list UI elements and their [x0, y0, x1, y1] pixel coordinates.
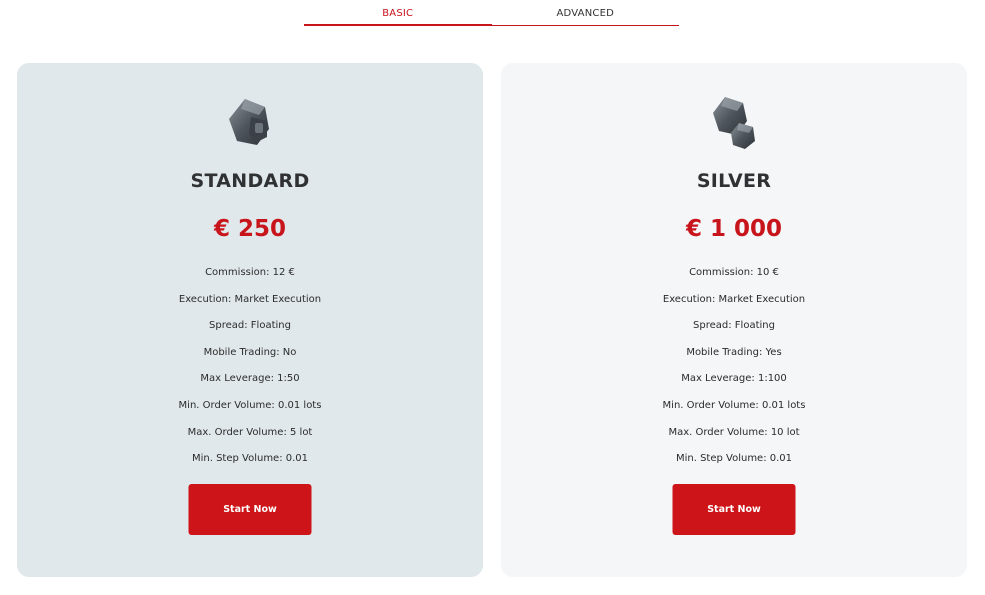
feature-item: Min. Order Volume: 0.01 lots [662, 399, 806, 411]
feature-item: Max. Order Volume: 5 lot [187, 426, 313, 438]
feature-list: Commission: 12 € Execution: Market Execu… [17, 265, 483, 478]
feature-item: Max. Order Volume: 10 lot [668, 426, 800, 438]
feature-item: Execution: Market Execution [662, 293, 806, 305]
plan-title: SILVER [696, 170, 772, 192]
gem-hexagon-pair-icon [713, 97, 755, 149]
feature-item: Execution: Market Execution [178, 293, 322, 305]
feature-item: Min. Step Volume: 0.01 [191, 453, 309, 465]
start-now-button[interactable]: Start Now [672, 484, 796, 535]
plan-card-standard: STANDARD € 250 Commission: 12 € Executio… [17, 63, 483, 577]
feature-item: Commission: 10 € [689, 267, 779, 278]
plan-price: € 250 [213, 216, 287, 242]
feature-list: Commission: 10 € Execution: Market Execu… [501, 265, 967, 478]
plan-title: STANDARD [190, 170, 310, 192]
feature-item: Max Leverage: 1:50 [200, 373, 300, 385]
start-now-button[interactable]: Start Now [188, 484, 312, 535]
tab-basic[interactable]: BASIC [304, 0, 492, 26]
plan-card-silver: SILVER € 1 000 Commission: 10 € Executio… [501, 63, 967, 577]
feature-item: Mobile Trading: No [203, 346, 297, 358]
feature-item: Max Leverage: 1:100 [681, 373, 787, 385]
feature-item: Spread: Floating [209, 320, 291, 332]
gem-hexagon-icon [229, 99, 269, 145]
feature-item: Commission: 12 € [205, 267, 295, 278]
feature-item: Min. Step Volume: 0.01 [675, 453, 793, 465]
feature-item: Mobile Trading: Yes [686, 346, 782, 358]
feature-item: Min. Order Volume: 0.01 lots [178, 399, 322, 411]
plan-price: € 1 000 [685, 216, 783, 242]
feature-item: Spread: Floating [693, 320, 775, 332]
tab-advanced[interactable]: ADVANCED [491, 0, 679, 26]
plan-tabs: BASIC ADVANCED [304, 0, 679, 26]
